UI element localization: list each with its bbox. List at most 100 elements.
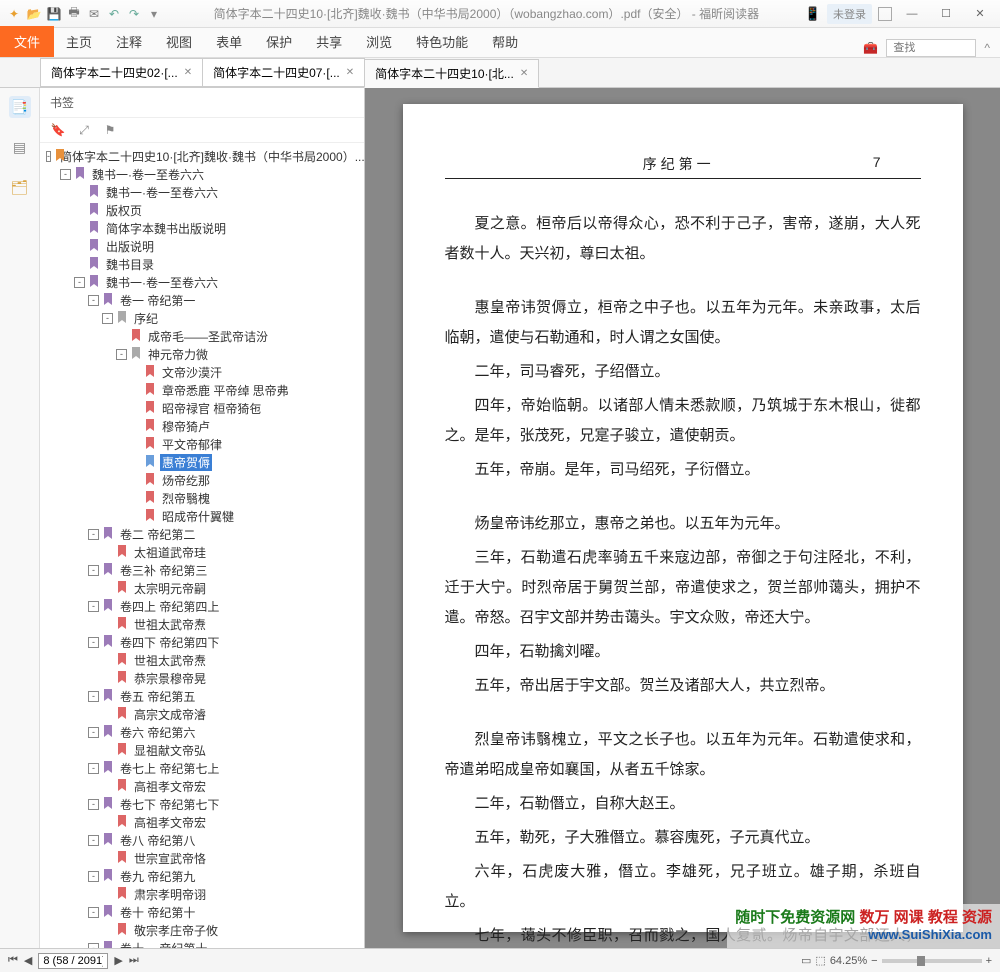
bookmark-item[interactable]: -卷九 帝纪第九: [40, 867, 364, 885]
collapse-icon[interactable]: -: [102, 313, 113, 324]
bookmark-item[interactable]: 平文帝郁律: [40, 435, 364, 453]
bookmark-item[interactable]: 太祖道武帝珪: [40, 543, 364, 561]
page-number-input[interactable]: [38, 953, 108, 969]
next-page-icon[interactable]: ▶: [114, 954, 122, 967]
bookmark-item[interactable]: 恭宗景穆帝晃: [40, 669, 364, 687]
bookmark-item[interactable]: 高宗文成帝濬: [40, 705, 364, 723]
open-icon[interactable]: 📂: [26, 6, 42, 22]
bookmark-item[interactable]: -卷一 帝纪第一: [40, 291, 364, 309]
collapse-icon[interactable]: -: [88, 295, 99, 306]
doc-tab-1[interactable]: 简体字本二十四史07·[...✕: [202, 58, 365, 87]
zoom-out-icon[interactable]: −: [871, 955, 877, 967]
redo-icon[interactable]: ↷: [126, 6, 142, 22]
bookmark-item[interactable]: 显祖献文帝弘: [40, 741, 364, 759]
collapse-icon[interactable]: -: [88, 637, 99, 648]
close-icon[interactable]: ✕: [520, 68, 528, 79]
bookmark-item[interactable]: -卷七下 帝纪第七下: [40, 795, 364, 813]
bookmark-item[interactable]: 简体字本魏书出版说明: [40, 219, 364, 237]
menu-view[interactable]: 视图: [154, 26, 204, 57]
bookmark-flag-icon[interactable]: ⚑: [102, 122, 118, 138]
bookmark-item[interactable]: 惠帝贺傉: [40, 453, 364, 471]
bookmark-item[interactable]: -简体字本二十四史10·[北齐]魏收·魏书（中华书局2000）...: [40, 147, 364, 165]
undo-icon[interactable]: ↶: [106, 6, 122, 22]
bookmark-item[interactable]: 敬宗孝庄帝子攸: [40, 921, 364, 939]
dropdown-icon[interactable]: ▾: [146, 6, 162, 22]
pages-panel-icon[interactable]: ▤: [9, 136, 31, 158]
bookmark-item[interactable]: -卷四下 帝纪第四下: [40, 633, 364, 651]
bookmark-item[interactable]: 版权页: [40, 201, 364, 219]
bookmark-item[interactable]: 高祖孝文帝宏: [40, 777, 364, 795]
view-mode-icon[interactable]: ▭: [801, 954, 811, 967]
expand-bookmark-icon[interactable]: ⤢: [76, 122, 92, 138]
bookmark-item[interactable]: 成帝毛——圣武帝诘汾: [40, 327, 364, 345]
bookmark-item[interactable]: -卷八 帝纪第八: [40, 831, 364, 849]
collapse-icon[interactable]: -: [88, 907, 99, 918]
bookmark-item[interactable]: 炀帝纥那: [40, 471, 364, 489]
menu-comment[interactable]: 注释: [104, 26, 154, 57]
collapse-ribbon-icon[interactable]: ^: [984, 41, 990, 55]
collapse-icon[interactable]: -: [88, 835, 99, 846]
bookmark-item[interactable]: 昭成帝什翼犍: [40, 507, 364, 525]
collapse-icon[interactable]: -: [88, 565, 99, 576]
minimize-button[interactable]: —: [898, 4, 926, 24]
bookmark-item[interactable]: 高祖孝文帝宏: [40, 813, 364, 831]
page-view[interactable]: 序纪第一 7 夏之意。桓帝后以帝得众心，恐不利于己子，害帝，遂崩，大人死者数十人…: [365, 88, 1000, 948]
collapse-icon[interactable]: -: [88, 799, 99, 810]
menu-share[interactable]: 共享: [304, 26, 354, 57]
collapse-icon[interactable]: -: [88, 727, 99, 738]
add-bookmark-icon[interactable]: 🔖: [50, 122, 66, 138]
collapse-icon[interactable]: -: [88, 763, 99, 774]
bookmark-item[interactable]: 烈帝翳槐: [40, 489, 364, 507]
bookmark-item[interactable]: 穆帝猗卢: [40, 417, 364, 435]
save-icon[interactable]: 💾: [46, 6, 62, 22]
collapse-icon[interactable]: -: [88, 529, 99, 540]
search-input[interactable]: [886, 39, 976, 57]
bookmark-item[interactable]: -卷三补 帝纪第三: [40, 561, 364, 579]
bookmark-item[interactable]: -魏书一·卷一至卷六六: [40, 273, 364, 291]
bookmark-item[interactable]: 世祖太武帝焘: [40, 615, 364, 633]
close-icon[interactable]: ✕: [346, 67, 354, 78]
bookmark-item[interactable]: 太宗明元帝嗣: [40, 579, 364, 597]
bookmark-item[interactable]: -卷十一 帝纪第十一: [40, 939, 364, 948]
doc-tab-2[interactable]: 简体字本二十四史10·[北...✕: [364, 59, 539, 88]
bookmark-item[interactable]: 文帝沙漠汗: [40, 363, 364, 381]
bookmarks-panel-icon[interactable]: 📑: [9, 96, 31, 118]
bookmark-item[interactable]: -卷五 帝纪第五: [40, 687, 364, 705]
print-icon[interactable]: 🖶: [66, 6, 82, 22]
bookmark-item[interactable]: -序纪: [40, 309, 364, 327]
bookmarks-tree[interactable]: -简体字本二十四史10·[北齐]魏收·魏书（中华书局2000）... -魏书一·卷…: [40, 143, 364, 948]
grid-icon[interactable]: [878, 7, 892, 21]
bookmark-item[interactable]: 肃宗孝明帝诩: [40, 885, 364, 903]
mail-icon[interactable]: ✉: [86, 6, 102, 22]
maximize-button[interactable]: ☐: [932, 4, 960, 24]
bookmark-item[interactable]: -卷十 帝纪第十: [40, 903, 364, 921]
fit-page-icon[interactable]: ⬚: [815, 954, 825, 967]
collapse-icon[interactable]: -: [88, 871, 99, 882]
bookmark-item[interactable]: -神元帝力微: [40, 345, 364, 363]
zoom-in-icon[interactable]: +: [986, 955, 992, 967]
attachment-panel-icon[interactable]: 🗂: [9, 176, 31, 198]
menu-help[interactable]: 帮助: [480, 26, 530, 57]
menu-form[interactable]: 表单: [204, 26, 254, 57]
last-page-icon[interactable]: ⏭: [129, 954, 139, 967]
prev-page-icon[interactable]: ◀: [24, 954, 32, 967]
menu-features[interactable]: 特色功能: [404, 26, 480, 57]
bookmark-item[interactable]: -卷七上 帝纪第七上: [40, 759, 364, 777]
close-button[interactable]: ✕: [966, 4, 994, 24]
collapse-icon[interactable]: -: [88, 691, 99, 702]
collapse-icon[interactable]: -: [116, 349, 127, 360]
collapse-icon[interactable]: -: [60, 169, 71, 180]
menu-browse[interactable]: 浏览: [354, 26, 404, 57]
bookmark-item[interactable]: -卷四上 帝纪第四上: [40, 597, 364, 615]
mobile-icon[interactable]: 📱: [805, 6, 821, 22]
collapse-icon[interactable]: -: [88, 943, 99, 949]
collapse-icon[interactable]: -: [74, 277, 85, 288]
bookmark-item[interactable]: 魏书目录: [40, 255, 364, 273]
collapse-icon[interactable]: -: [88, 601, 99, 612]
menu-protect[interactable]: 保护: [254, 26, 304, 57]
bookmark-item[interactable]: 出版说明: [40, 237, 364, 255]
doc-tab-0[interactable]: 简体字本二十四史02·[...✕: [40, 58, 203, 87]
zoom-slider[interactable]: [882, 959, 982, 963]
first-page-icon[interactable]: ⏮: [8, 954, 18, 967]
bookmark-item[interactable]: -卷二 帝纪第二: [40, 525, 364, 543]
